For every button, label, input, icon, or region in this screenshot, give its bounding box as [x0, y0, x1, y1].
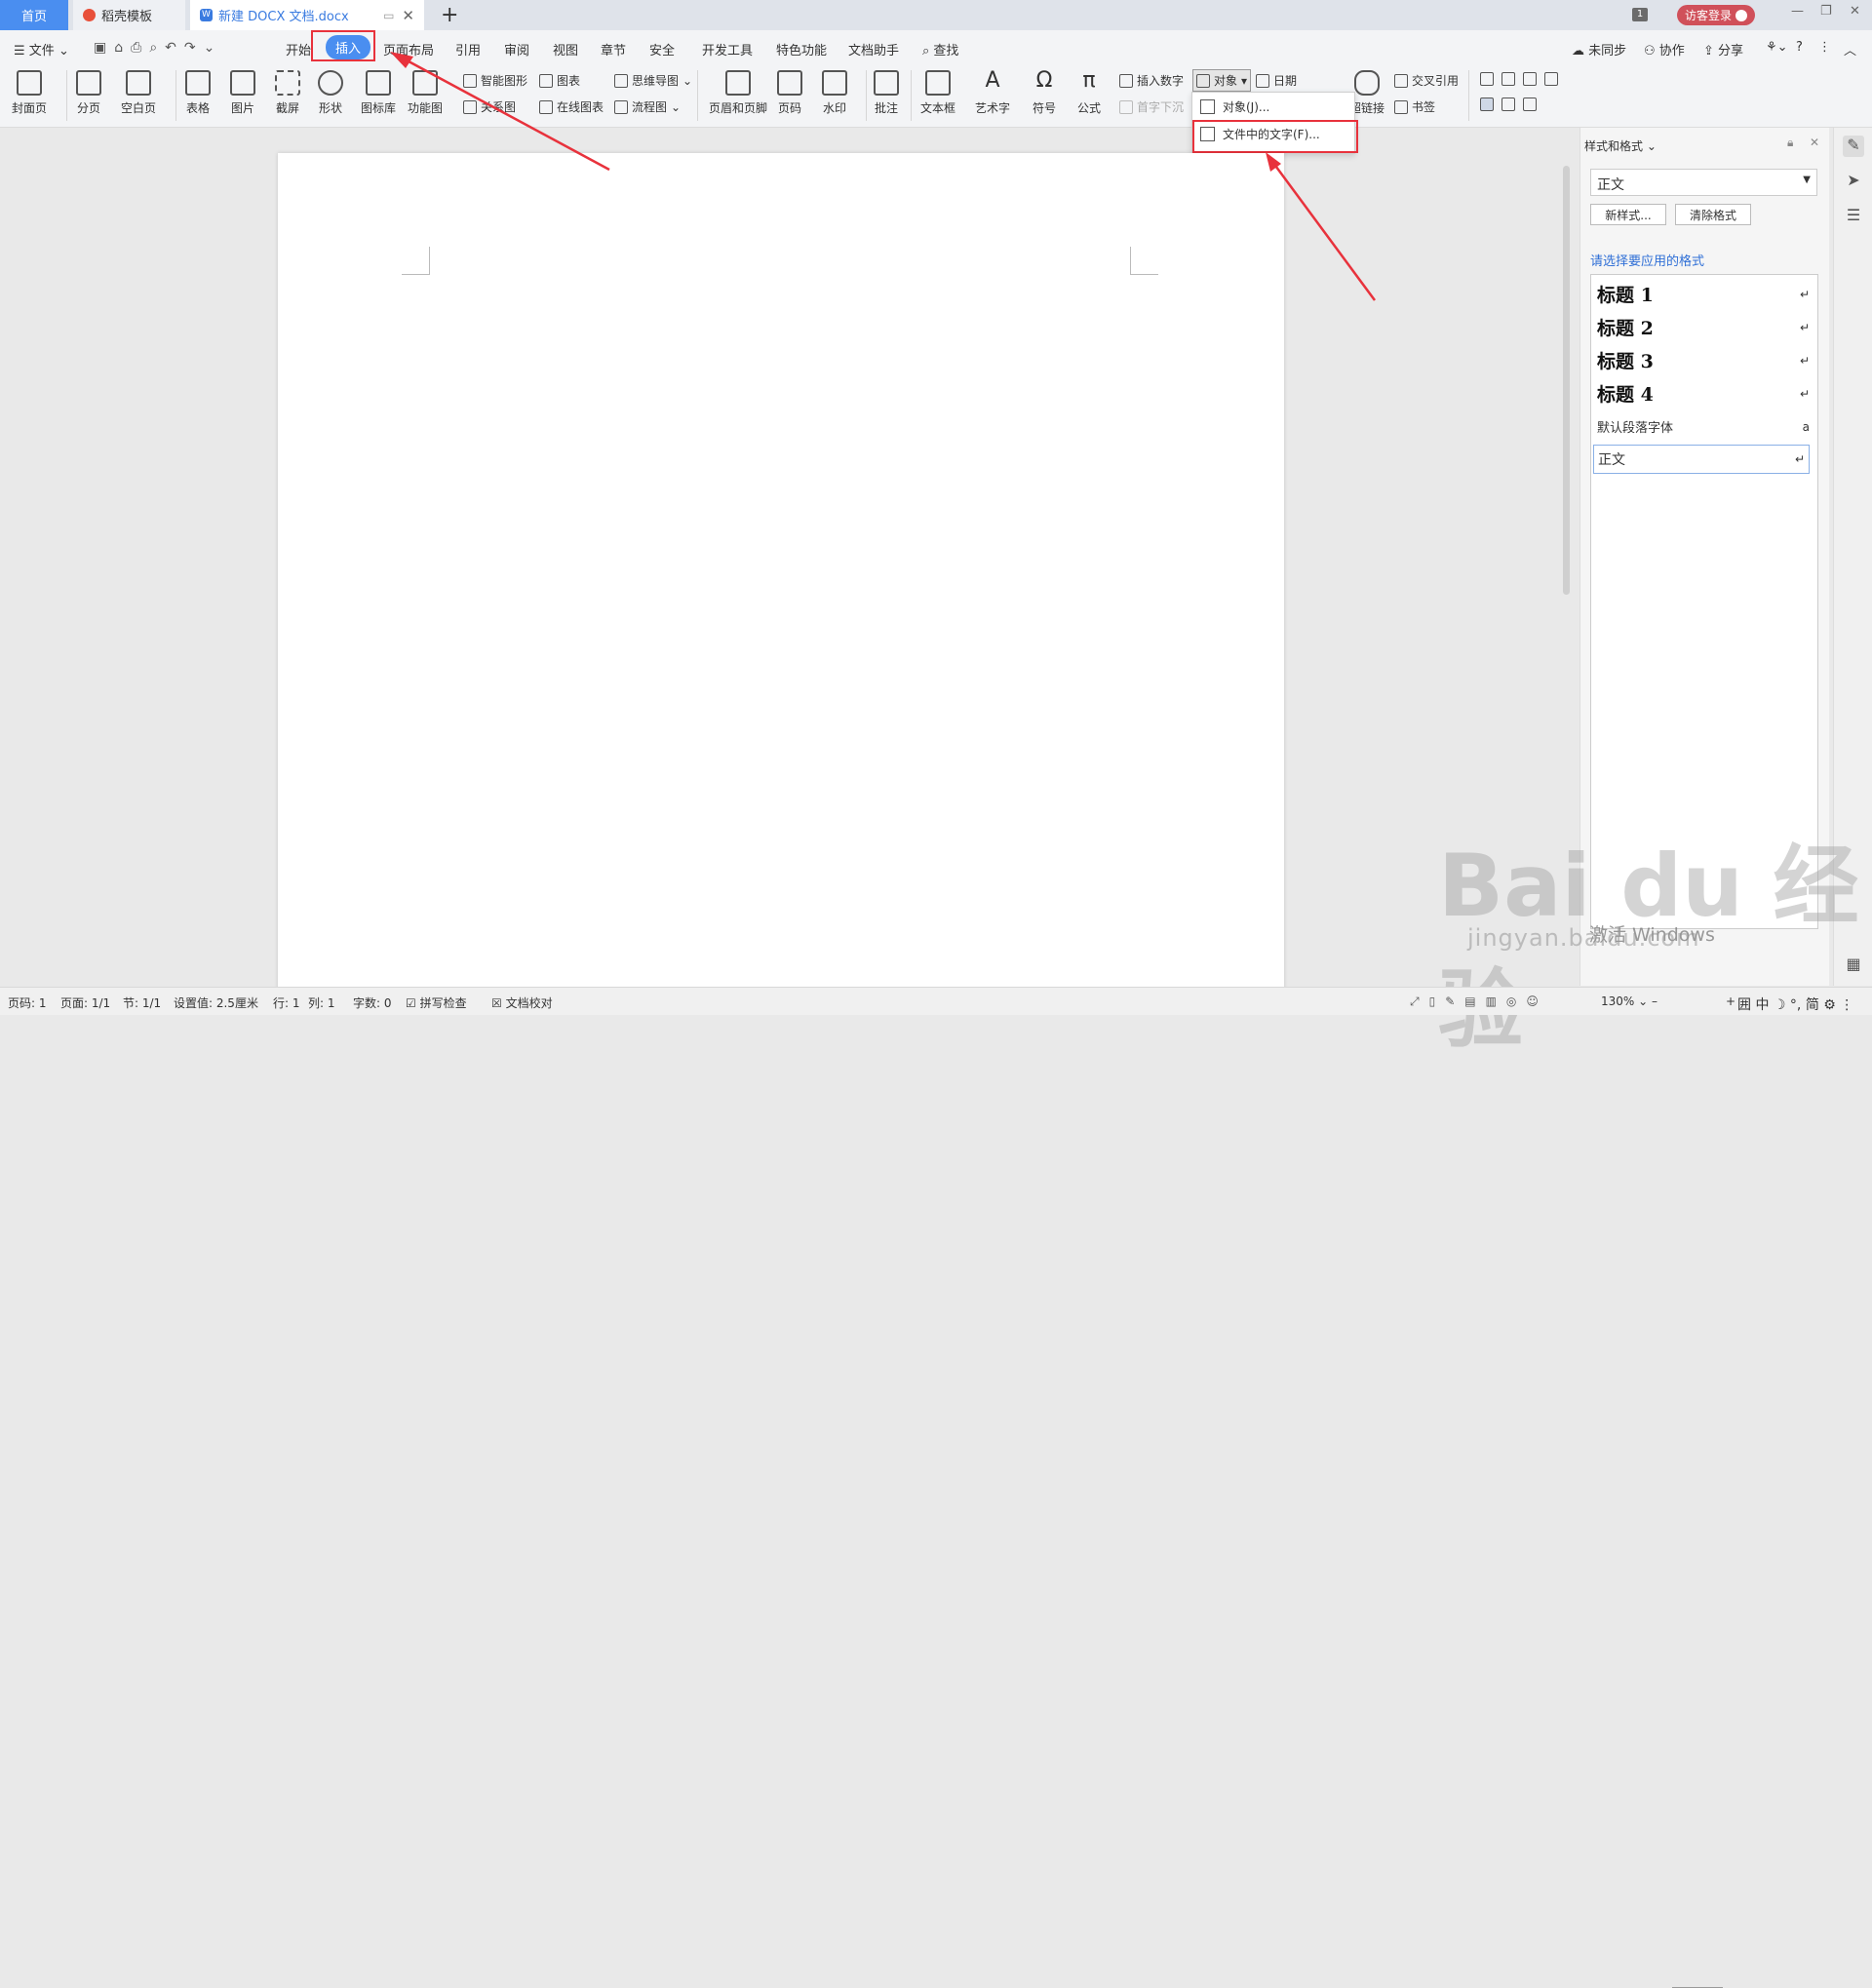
status-word-count[interactable]: 字数: 0	[353, 994, 392, 1011]
arrow-to-file-text	[1268, 158, 1377, 301]
panel-title-label: 样式和格式	[1584, 139, 1644, 153]
proofread-button[interactable]: ☒ 文档校对	[491, 994, 553, 1011]
spell-check-label: 拼写检查	[419, 996, 467, 1010]
cursor-icon[interactable]: ➤	[1843, 171, 1864, 192]
chevron-down-icon: ▼	[1803, 175, 1811, 185]
new-style-button[interactable]: 新样式...	[1590, 204, 1666, 225]
apply-format-label: 请选择要应用的格式	[1590, 254, 1705, 269]
pen-icon[interactable]: ✎	[1843, 136, 1864, 157]
style-name: 标题 4	[1597, 384, 1654, 406]
style-heading-3[interactable]: 标题 3 ↵	[1597, 347, 1810, 373]
proofread-label: 文档校对	[505, 996, 553, 1010]
status-pages[interactable]: 页面: 1/1	[60, 994, 110, 1011]
ime-mode: 中	[1755, 997, 1770, 1013]
spell-check-button[interactable]: ☑ 拼写检查	[406, 994, 467, 1011]
style-name: 标题 2	[1597, 318, 1654, 339]
clear-format-button[interactable]: 清除格式	[1675, 204, 1751, 225]
style-name: 标题 3	[1597, 351, 1654, 372]
status-bar: 页码: 1 页面: 1/1 节: 1/1 设置值: 2.5厘米 行: 1 列: …	[0, 987, 1872, 1988]
view-mode-icons[interactable]: ⤢▯✎▤▥◎☺	[1410, 994, 1548, 1009]
settings-sliders-icon[interactable]: ☰	[1843, 206, 1864, 227]
arrowhead-insert	[390, 52, 413, 68]
spell-check-icon: ☑	[406, 996, 416, 1010]
style-name: 默认段落字体	[1597, 421, 1674, 436]
style-heading-4[interactable]: 标题 4 ↵	[1597, 380, 1810, 407]
status-col[interactable]: 列: 1	[308, 994, 335, 1011]
zoom-level[interactable]: 130% ⌄ –	[1601, 994, 1658, 1008]
style-heading-2[interactable]: 标题 2 ↵	[1597, 314, 1810, 340]
current-style-value: 正文	[1597, 177, 1624, 193]
style-normal[interactable]: 正文 ↵	[1593, 445, 1810, 474]
zoom-value: 130%	[1601, 994, 1635, 1008]
baidu-watermark-site: jingyan.baidu.com	[1467, 924, 1700, 952]
zoom-in-icon[interactable]: +	[1726, 994, 1736, 1008]
status-section[interactable]: 节: 1/1	[123, 994, 161, 1011]
return-icon: ↵	[1794, 452, 1805, 466]
return-icon: ↵	[1799, 287, 1810, 301]
ime-simplified: 简	[1805, 997, 1819, 1013]
return-icon: ↵	[1799, 353, 1810, 368]
status-setting[interactable]: 设置值: 2.5厘米	[174, 994, 258, 1011]
return-icon: ↵	[1799, 320, 1810, 334]
current-style-select[interactable]: 正文 ▼	[1590, 169, 1817, 196]
char-style-icon: a	[1802, 419, 1810, 434]
style-heading-1[interactable]: 标题 1 ↵	[1597, 281, 1810, 307]
proofread-icon: ☒	[491, 996, 502, 1010]
return-icon: ↵	[1799, 386, 1810, 401]
style-name: 标题 1	[1597, 285, 1654, 306]
ime-toolbar[interactable]: 囲 中 ☽ °, 简 ⚙ ⋮	[1737, 994, 1853, 1014]
status-page[interactable]: 页码: 1	[8, 994, 47, 1011]
lock-icon[interactable]: 🔒︎	[1787, 136, 1793, 150]
close-panel-icon[interactable]: ✕	[1810, 136, 1819, 149]
style-default-font[interactable]: 默认段落字体 a	[1597, 417, 1810, 437]
status-row[interactable]: 行: 1	[273, 994, 300, 1011]
style-name: 正文	[1598, 452, 1625, 468]
arrow-to-insert	[397, 54, 610, 172]
panel-title[interactable]: 样式和格式 ⌄	[1584, 137, 1657, 154]
